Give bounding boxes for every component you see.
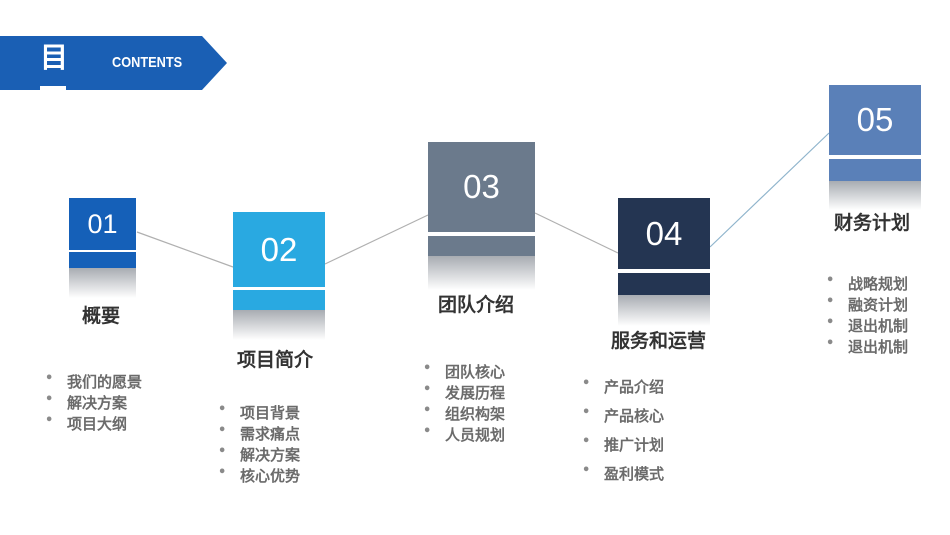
list-item: 盈利模式 — [582, 463, 664, 484]
list-item: 团队核心 — [423, 361, 505, 382]
section-05-number: 05 — [829, 85, 921, 155]
section-01-list: 我们的愿景 解决方案 项目大纲 — [45, 371, 142, 434]
section-01-band — [69, 252, 136, 268]
section-04-list: 产品介绍 产品核心 推广计划 盈利模式 — [582, 376, 664, 484]
section-05-title[interactable]: 财务计划 — [834, 208, 910, 235]
section-01-shadow — [69, 268, 136, 298]
section-04-title[interactable]: 服务和运营 — [611, 326, 706, 353]
section-02-title[interactable]: 项目简介 — [237, 345, 313, 372]
list-item: 退出机制 — [826, 336, 908, 357]
list-item: 人员规划 — [423, 424, 505, 445]
list-item: 项目背景 — [218, 402, 300, 423]
list-item: 发展历程 — [423, 382, 505, 403]
list-item: 需求痛点 — [218, 423, 300, 444]
section-01-block[interactable]: 01 — [69, 198, 136, 298]
list-item: 我们的愿景 — [45, 371, 142, 392]
connector-03-04 — [534, 212, 619, 254]
section-02-block[interactable]: 02 — [233, 212, 325, 340]
section-04-band — [618, 273, 710, 295]
section-03-list: 团队核心 发展历程 组织构架 人员规划 — [423, 361, 505, 445]
section-04-block[interactable]: 04 — [618, 198, 710, 326]
section-04-shadow — [618, 295, 710, 326]
section-02-shadow — [233, 310, 325, 340]
section-05-list: 战略规划 融资计划 退出机制 退出机制 — [826, 273, 908, 357]
section-02-number: 02 — [233, 212, 325, 287]
list-item: 产品核心 — [582, 405, 664, 426]
connector-02-03 — [324, 214, 429, 265]
list-item: 战略规划 — [826, 273, 908, 294]
list-item: 融资计划 — [826, 294, 908, 315]
section-04-number: 04 — [618, 198, 710, 269]
section-03-number: 03 — [428, 142, 535, 232]
section-05-band — [829, 159, 921, 181]
connector-01-02 — [136, 231, 234, 268]
section-03-band — [428, 236, 535, 256]
section-01-number: 01 — [69, 198, 136, 250]
list-item: 解决方案 — [218, 444, 300, 465]
section-05-shadow — [829, 181, 921, 210]
list-item: 产品介绍 — [582, 376, 664, 397]
list-item: 项目大纲 — [45, 413, 142, 434]
list-item: 退出机制 — [826, 315, 908, 336]
list-item: 解决方案 — [45, 392, 142, 413]
section-02-band — [233, 290, 325, 310]
list-item: 推广计划 — [582, 434, 664, 455]
connector-04-05 — [709, 132, 830, 248]
list-item: 组织构架 — [423, 403, 505, 424]
section-02-list: 项目背景 需求痛点 解决方案 核心优势 — [218, 402, 300, 486]
section-01-title[interactable]: 概要 — [82, 301, 120, 328]
section-05-block[interactable]: 05 — [829, 85, 921, 210]
section-03-shadow — [428, 256, 535, 290]
list-item: 核心优势 — [218, 465, 300, 486]
section-03-title[interactable]: 团队介绍 — [438, 290, 514, 317]
section-03-block[interactable]: 03 — [428, 142, 535, 290]
